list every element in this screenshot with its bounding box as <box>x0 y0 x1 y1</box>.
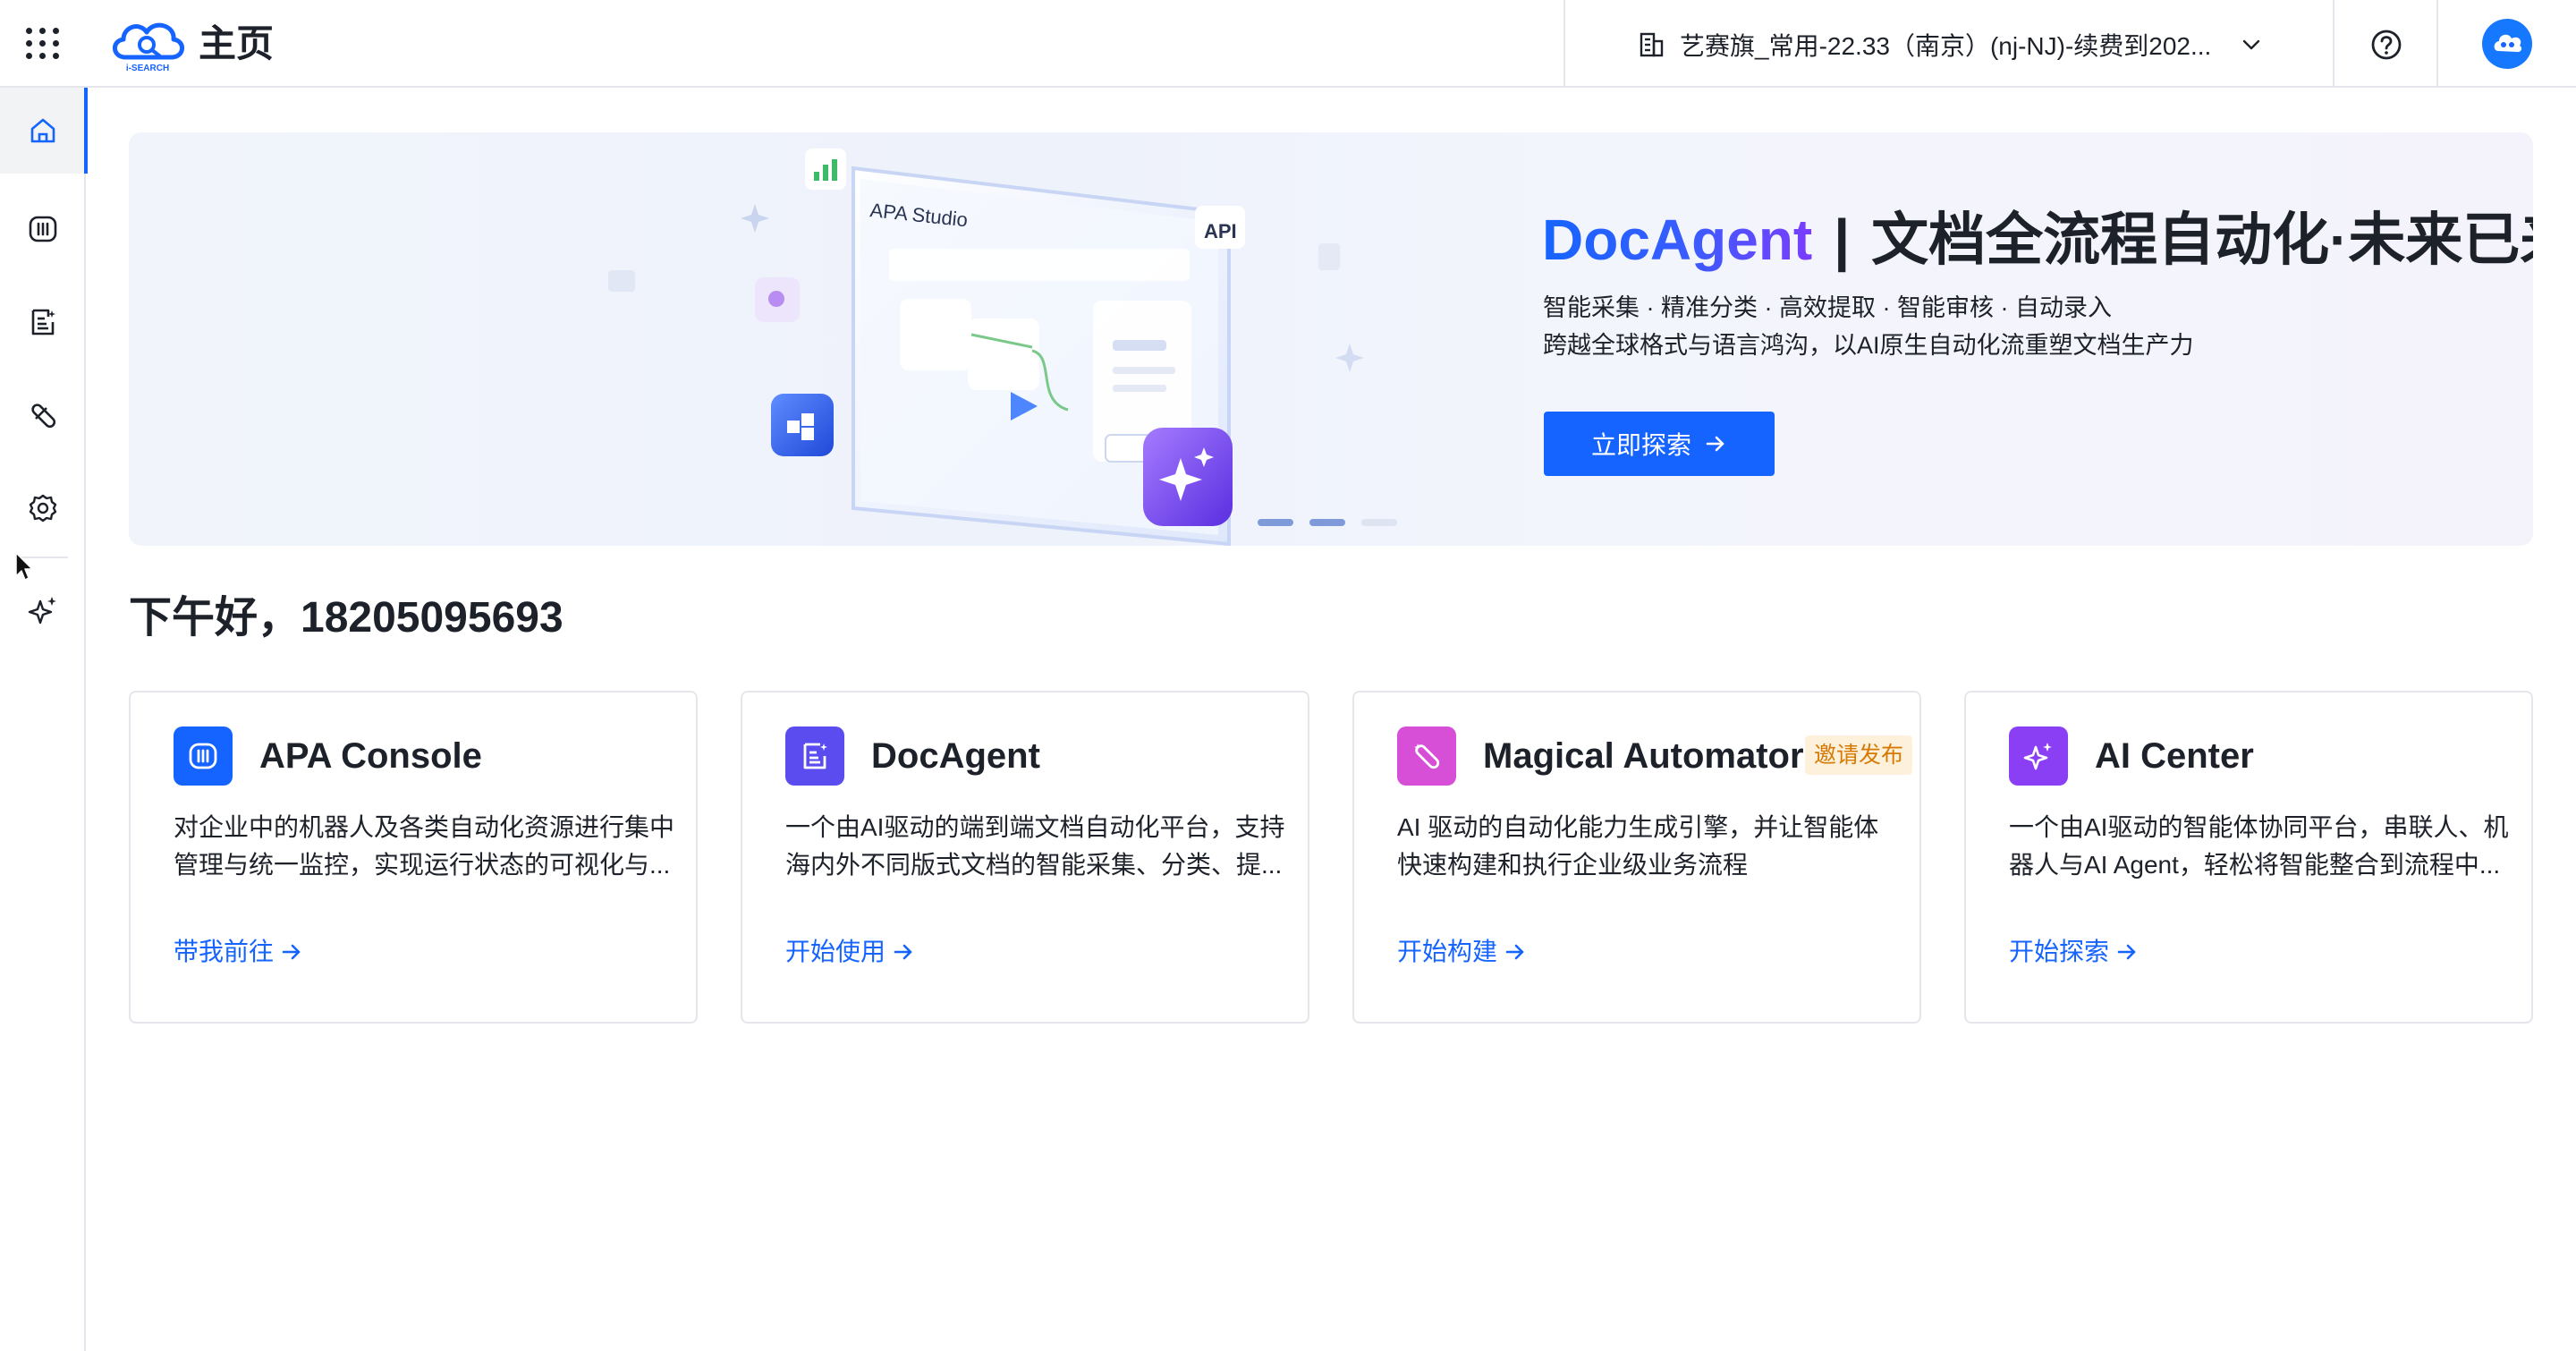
page-title: 主页 <box>199 22 275 64</box>
card-title: AI Center <box>2095 736 2254 776</box>
tenant-label: 艺赛旗_常用-22.33（南京）(nj-NJ)-续费到202... <box>1680 32 2212 60</box>
sidebar-item-ai[interactable] <box>0 567 86 653</box>
tenant-selector[interactable]: 艺赛旗_常用-22.33（南京）(nj-NJ)-续费到202... <box>1637 21 2263 68</box>
chevron-down-icon <box>2242 39 2260 50</box>
document-icon <box>785 726 844 786</box>
logo-text: i-SEARCH <box>126 64 169 73</box>
start-using-link[interactable]: 开始使用 <box>785 934 914 970</box>
carousel-dot[interactable] <box>1258 519 1293 526</box>
wand-icon <box>1397 726 1456 786</box>
card-link-label: 开始探索 <box>2009 938 2110 965</box>
card-title: DocAgent <box>871 736 1040 776</box>
explore-now-label: 立即探索 <box>1590 431 1691 459</box>
console-icon <box>29 216 57 242</box>
sidebar-item-docagent[interactable] <box>0 279 86 365</box>
mouse-cursor-icon <box>15 552 33 581</box>
arrow-right-icon <box>1706 436 1724 452</box>
sparkle-icon <box>2009 726 2068 786</box>
sidebar-item-console[interactable] <box>0 186 86 272</box>
carousel-indicators <box>1258 519 1397 526</box>
console-icon <box>174 726 233 786</box>
robot-avatar-icon <box>2494 34 2522 53</box>
carousel-dot[interactable] <box>1361 519 1397 526</box>
product-card-apa-console[interactable]: APA Console 对企业中的机器人及各类自动化资源进行集中管理与统一监控，… <box>129 691 698 1024</box>
banner-illustration: APA Studio API <box>608 149 1364 546</box>
banner-description: 跨越全球格式与语言鸿沟，以AI原生自动化流重塑文档生产力 <box>1543 332 2194 359</box>
card-description: 一个由AI驱动的端到端文档自动化平台，支持海内外不同版式文档的智能采集、分类、提… <box>785 813 1285 879</box>
promo-banner[interactable]: APA Studio API DocAgent | 文档全流程自动化·未来已来 … <box>129 132 2533 546</box>
banner-subtitle: 智能采集 · 精准分类 · 高效提取 · 智能审核 · 自动录入 <box>1543 294 2112 321</box>
banner-title: DocAgent | 文档全流程自动化·未来已来 <box>1542 204 2533 276</box>
avatar[interactable] <box>2482 19 2532 69</box>
i-search-logo[interactable]: i-SEARCH <box>106 13 190 73</box>
product-card-docagent[interactable]: DocAgent 一个由AI驱动的端到端文档自动化平台，支持海内外不同版式文档的… <box>741 691 1309 1024</box>
card-description: 对企业中的机器人及各类自动化资源进行集中管理与统一监控，实现运行状态的可视化与.… <box>174 813 674 879</box>
card-title: Magical Automator <box>1483 736 1804 776</box>
divider <box>2436 0 2438 88</box>
divider <box>1563 0 1565 88</box>
arrow-right-icon <box>894 944 912 960</box>
top-bar: i-SEARCH 主页 艺赛旗_常用-22.33（南京）(nj-NJ)-续费到2… <box>0 0 2576 88</box>
invite-release-badge: 邀请发布 <box>1805 735 1913 775</box>
banner-slogan: 文档全流程自动化·未来已来 <box>1871 208 2533 272</box>
sidebar-item-settings[interactable] <box>0 465 86 551</box>
arrow-right-icon <box>2117 944 2136 960</box>
explore-now-button[interactable]: 立即探索 <box>1544 412 1775 476</box>
banner-brand: DocAgent <box>1542 208 1813 272</box>
start-building-link[interactable]: 开始构建 <box>1397 934 1526 970</box>
gear-icon <box>29 494 57 523</box>
divider <box>2333 0 2334 88</box>
banner-title-separator: | <box>1834 208 1851 272</box>
product-card-ai-center[interactable]: AI Center 一个由AI驱动的智能体协同平台，串联人、机器人与AI Age… <box>1964 691 2533 1024</box>
api-label: API <box>1204 220 1237 242</box>
home-icon <box>30 118 55 143</box>
help-circle-icon[interactable] <box>2368 27 2404 63</box>
document-icon <box>31 309 55 336</box>
carousel-dot[interactable] <box>1309 519 1345 526</box>
sidebar-item-home[interactable] <box>0 88 88 174</box>
card-link-label: 开始使用 <box>785 938 886 965</box>
card-title: APA Console <box>259 736 482 776</box>
sidebar <box>0 88 88 1351</box>
arrow-right-icon <box>1505 944 1524 960</box>
card-description: 一个由AI驱动的智能体协同平台，串联人、机器人与AI Agent，轻松将智能整合… <box>2009 813 2509 879</box>
card-link-label: 带我前往 <box>174 938 275 965</box>
go-there-link[interactable]: 带我前往 <box>174 934 302 970</box>
product-card-magical-automator[interactable]: Magical Automator 邀请发布 AI 驱动的自动化能力生成引擎，并… <box>1352 691 1921 1024</box>
arrow-right-icon <box>282 944 301 960</box>
wand-icon <box>31 404 56 429</box>
building-icon <box>1640 32 1664 57</box>
grid-apps-icon[interactable] <box>23 23 63 63</box>
start-exploring-link[interactable]: 开始探索 <box>2009 934 2138 970</box>
card-description: AI 驱动的自动化能力生成引擎，并让智能体快速构建和执行企业级业务流程 <box>1397 813 1879 879</box>
greeting-text: 下午好，18205095693 <box>129 594 564 642</box>
card-link-label: 开始构建 <box>1397 938 1498 965</box>
sparkle-icon <box>28 597 56 625</box>
sidebar-item-automator[interactable] <box>0 372 86 458</box>
